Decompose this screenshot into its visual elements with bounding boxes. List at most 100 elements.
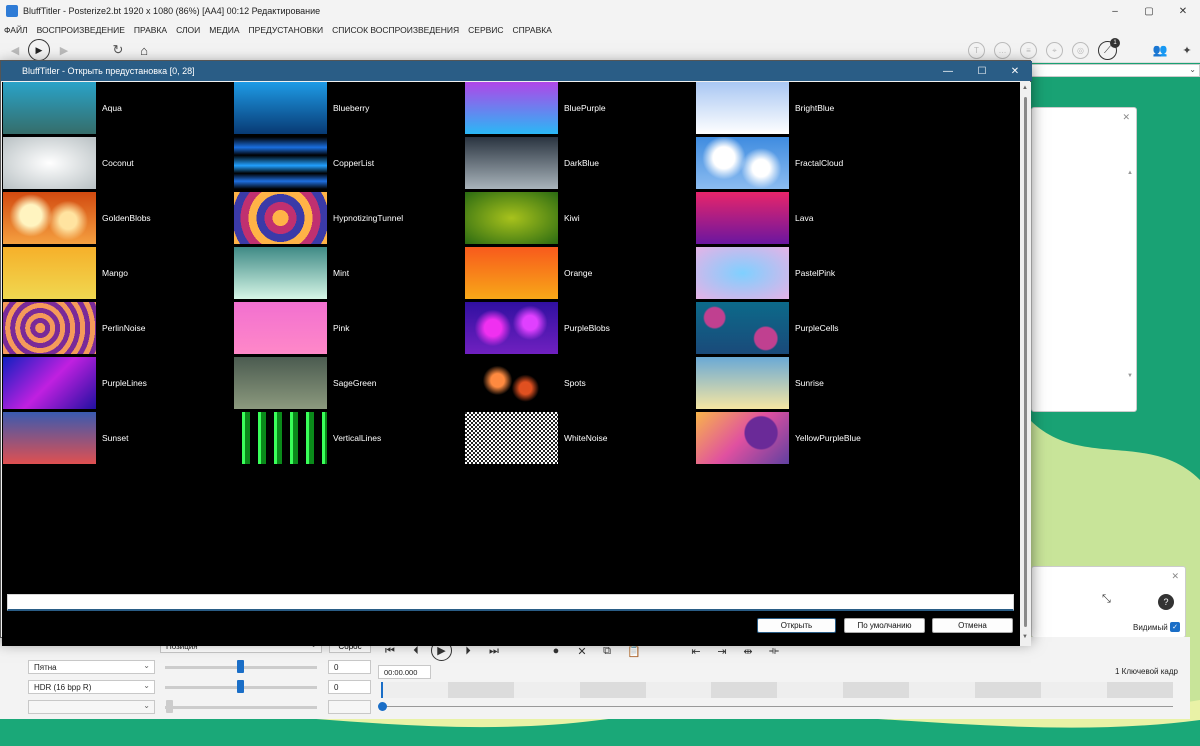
slider-thumb-3[interactable]: [166, 700, 173, 713]
preset-item[interactable]: PerlinNoise: [3, 302, 145, 354]
share-icon[interactable]: ⌖: [1046, 42, 1063, 59]
preset-item[interactable]: Mint: [234, 247, 349, 299]
preset-scrollbar[interactable]: ▲ ▼: [1020, 82, 1031, 646]
preset-thumbnail[interactable]: [465, 357, 558, 409]
menu-layers[interactable]: СЛОИ: [176, 25, 200, 35]
menu-presets[interactable]: ПРЕДУСТАНОВКИ: [249, 25, 324, 35]
preset-thumbnail[interactable]: [465, 137, 558, 189]
skip-start-icon[interactable]: ⏮: [383, 644, 397, 658]
panel-scroll-up-icon[interactable]: ▲: [1127, 170, 1133, 176]
menu-edit[interactable]: ПРАВКА: [134, 25, 167, 35]
open-button[interactable]: Открыть: [757, 618, 836, 633]
refresh-icon[interactable]: ↻: [110, 42, 126, 58]
preset-item[interactable]: SageGreen: [234, 357, 376, 409]
play-icon[interactable]: ▶: [28, 39, 50, 61]
settings-icon[interactable]: ✦: [1178, 41, 1196, 59]
preset-thumbnail[interactable]: [3, 82, 96, 134]
preset-item[interactable]: FractalCloud: [696, 137, 843, 189]
paste-icon[interactable]: 📋: [627, 644, 641, 658]
preset-item[interactable]: Orange: [465, 247, 592, 299]
scroll-thumb[interactable]: [1024, 97, 1027, 627]
back-icon[interactable]: ◀: [8, 43, 22, 57]
preset-thumbnail[interactable]: [234, 302, 327, 354]
cancel-button[interactable]: Отмена: [932, 618, 1013, 633]
preset-item[interactable]: CopperList: [234, 137, 374, 189]
preset-thumbnail[interactable]: [465, 302, 558, 354]
align-end-icon[interactable]: ⇥: [715, 644, 729, 658]
preset-thumbnail[interactable]: [3, 412, 96, 464]
close-button[interactable]: ✕: [1166, 0, 1200, 22]
target-icon[interactable]: ◎: [1072, 42, 1089, 59]
record-icon[interactable]: ●: [549, 644, 563, 658]
preset-item[interactable]: Sunset: [3, 412, 128, 464]
preset-item[interactable]: Kiwi: [465, 192, 580, 244]
preset-item[interactable]: Pink: [234, 302, 350, 354]
preset-item[interactable]: GoldenBlobs: [3, 192, 151, 244]
panel-close-icon[interactable]: ✕: [1122, 112, 1130, 123]
minimize-button[interactable]: –: [1098, 0, 1132, 22]
preset-item[interactable]: PurpleCells: [696, 302, 838, 354]
preset-thumbnail[interactable]: [465, 82, 558, 134]
preset-item[interactable]: Lava: [696, 192, 813, 244]
preset-thumbnail[interactable]: [696, 192, 789, 244]
dialog-maximize-button[interactable]: ☐: [965, 61, 999, 81]
visible-checkbox[interactable]: ✓: [1170, 622, 1180, 632]
menu-playback[interactable]: ВОСПРОИЗВЕДЕНИЕ: [37, 25, 125, 35]
forward-icon[interactable]: ▶: [57, 43, 71, 57]
preset-thumbnail[interactable]: [3, 192, 96, 244]
expand-icon[interactable]: ⇹: [741, 644, 755, 658]
value-field-2[interactable]: 0: [328, 680, 371, 694]
step-forward-icon[interactable]: ⏵: [461, 644, 475, 658]
magic-wand-icon[interactable]: ⤡: [1102, 593, 1111, 606]
preset-item[interactable]: PurpleLines: [3, 357, 147, 409]
preset-search-input[interactable]: [8, 595, 1013, 609]
preset-item[interactable]: Aqua: [3, 82, 122, 134]
dialog-close-button[interactable]: ✕: [998, 61, 1032, 81]
preset-thumbnail[interactable]: [3, 357, 96, 409]
preset-item[interactable]: PurpleBlobs: [465, 302, 610, 354]
preset-thumbnail[interactable]: [234, 357, 327, 409]
preset-item[interactable]: WhiteNoise: [465, 412, 607, 464]
empty-select[interactable]: ⌄: [28, 700, 155, 714]
menu-help[interactable]: СПРАВКА: [513, 25, 552, 35]
scroll-down-icon[interactable]: ▼: [1022, 634, 1028, 640]
preset-item[interactable]: Blueberry: [234, 82, 369, 134]
align-start-icon[interactable]: ⇤: [689, 644, 703, 658]
playhead[interactable]: [381, 682, 383, 698]
preset-thumbnail[interactable]: [696, 82, 789, 134]
text-layer-icon[interactable]: T: [968, 42, 985, 59]
preset-thumbnail[interactable]: [3, 137, 96, 189]
time-field[interactable]: 00:00.000: [378, 665, 431, 679]
scrub-handle[interactable]: [378, 702, 387, 711]
scrub-line[interactable]: [382, 706, 1173, 707]
preset-thumbnail[interactable]: [234, 412, 327, 464]
slider-thumb-2[interactable]: [237, 680, 244, 693]
step-back-icon[interactable]: ⏴: [409, 644, 423, 658]
preset-thumbnail[interactable]: [234, 247, 327, 299]
default-button[interactable]: По умолчанию: [844, 618, 925, 633]
preset-item[interactable]: BluePurple: [465, 82, 606, 134]
users-icon[interactable]: 👥: [1150, 42, 1170, 58]
preset-thumbnail[interactable]: [234, 192, 327, 244]
preset-search-field[interactable]: [7, 594, 1014, 611]
preset-thumbnail[interactable]: [465, 192, 558, 244]
preset-item[interactable]: Coconut: [3, 137, 134, 189]
menu-playlist[interactable]: СПИСОК ВОСПРОИЗВЕДЕНИЯ: [332, 25, 459, 35]
format-select[interactable]: HDR (16 bpp R) ⌄: [28, 680, 155, 694]
delete-key-icon[interactable]: ✕: [575, 644, 589, 658]
preset-item[interactable]: Sunrise: [696, 357, 824, 409]
more-icon[interactable]: …: [994, 42, 1011, 59]
skip-end-icon[interactable]: ⏭: [487, 644, 501, 658]
layer-select[interactable]: Пятна ⌄: [28, 660, 155, 674]
dialog-minimize-button[interactable]: —: [931, 61, 965, 81]
preset-thumbnail[interactable]: [465, 412, 558, 464]
preset-item[interactable]: DarkBlue: [465, 137, 599, 189]
right-combo[interactable]: ⌄: [1030, 64, 1200, 77]
preset-item[interactable]: HypnotizingTunnel: [234, 192, 403, 244]
value-field-1[interactable]: 0: [328, 660, 371, 674]
preset-thumbnail[interactable]: [3, 302, 96, 354]
preset-item[interactable]: Spots: [465, 357, 586, 409]
preset-item[interactable]: PastelPink: [696, 247, 835, 299]
preset-thumbnail[interactable]: [3, 247, 96, 299]
copy-icon[interactable]: ⧉: [600, 644, 614, 658]
